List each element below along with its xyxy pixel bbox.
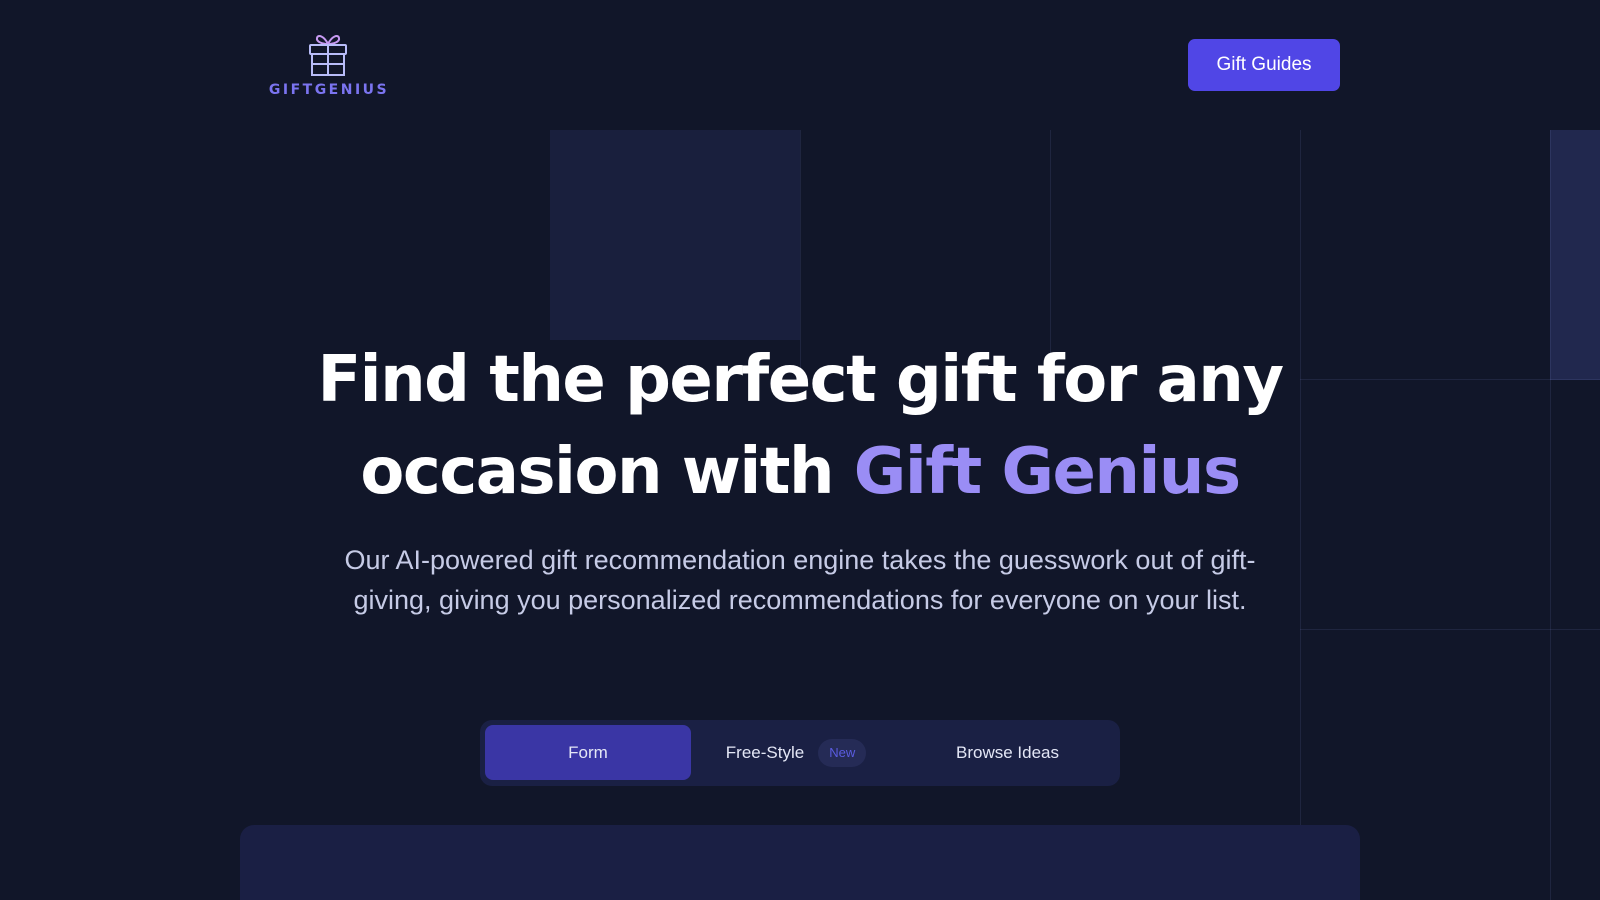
logo[interactable]: GIFTGENIUS (268, 32, 390, 102)
page: GIFTGENIUS Gift Guides Find the perfect … (0, 0, 1600, 900)
header: GIFTGENIUS Gift Guides (0, 0, 1600, 130)
tab-form[interactable]: Form (485, 725, 691, 780)
gift-form-card (240, 825, 1360, 900)
hero-subtitle: Our AI-powered gift recommendation engin… (344, 545, 1256, 615)
tab-free-style[interactable]: Free-Style New (691, 725, 901, 780)
gift-icon (306, 32, 350, 78)
new-badge: New (818, 738, 867, 767)
hero-title: Find the perfect gift for any occasion w… (240, 334, 1360, 518)
tab-browse-ideas[interactable]: Browse Ideas (901, 725, 1114, 780)
tab-browse-ideas-label: Browse Ideas (956, 742, 1059, 762)
mode-tabs: Form Free-Style New Browse Ideas (480, 720, 1120, 786)
logo-text: GIFTGENIUS (268, 82, 390, 98)
gift-guides-button[interactable]: Gift Guides (1188, 39, 1340, 91)
tab-form-label: Form (568, 742, 608, 762)
hero-title-line1: Find the perfect gift for any (317, 343, 1284, 417)
hero-title-accent: Gift Genius (853, 435, 1241, 509)
hero-title-line2: occasion with (360, 435, 854, 509)
tab-free-style-label: Free-Style (725, 742, 805, 762)
